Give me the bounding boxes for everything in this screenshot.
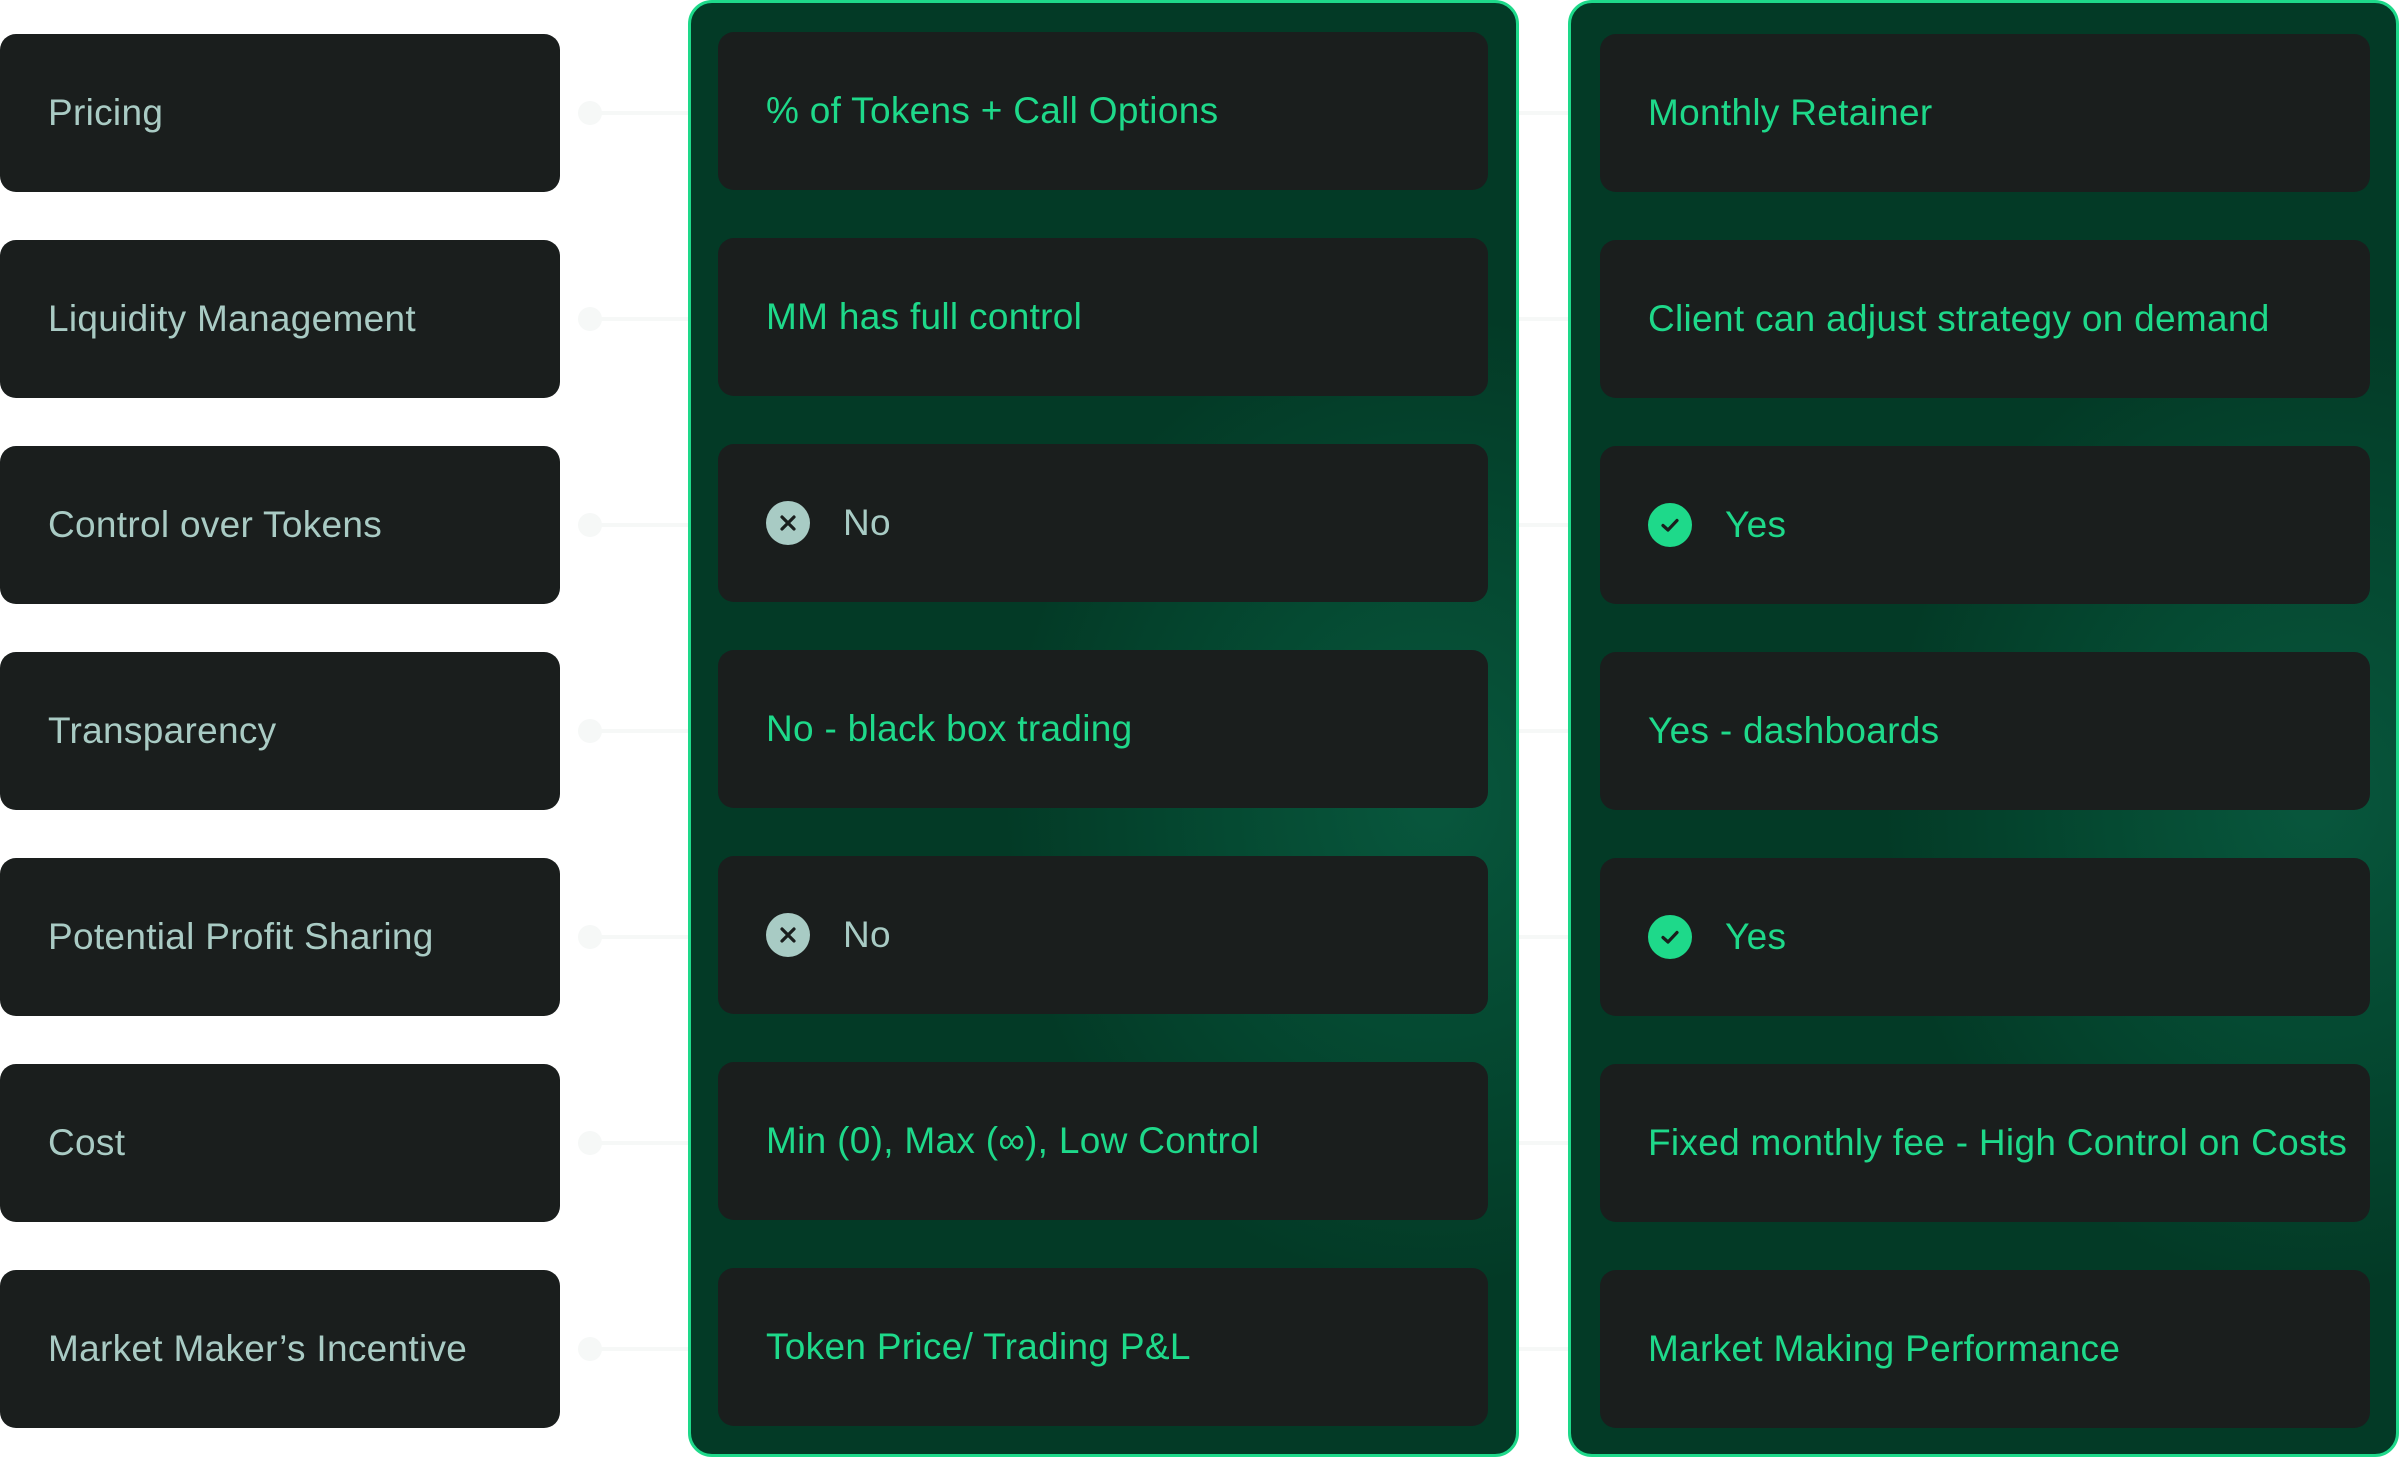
connector-line [1519, 111, 1568, 115]
value-text: Monthly Retainer [1648, 92, 1933, 133]
value-card-liquidity-management: MM has full control [718, 238, 1488, 396]
panel-connector [1519, 101, 1568, 125]
connector-line [1519, 1141, 1568, 1145]
value-text: Market Making Performance [1648, 1328, 2121, 1369]
panel-connector [1519, 513, 1568, 537]
row-label-text: Transparency [48, 710, 277, 751]
value-text: Client can adjust strategy on demand [1648, 298, 2270, 339]
row-label-transparency: Transparency [0, 652, 560, 810]
value-text: No - black box trading [766, 708, 1133, 749]
x-circle-icon [766, 501, 810, 545]
row-label-profit-sharing: Potential Profit Sharing [0, 858, 560, 1016]
check-circle-icon [1648, 503, 1692, 547]
connector-line [590, 523, 688, 527]
value-card-mm-incentive: Token Price/ Trading P&L [718, 1268, 1488, 1426]
row-connector [578, 1131, 688, 1155]
panel-connector [1519, 307, 1568, 331]
value-card-profit-sharing: Yes [1600, 858, 2370, 1016]
panel-connector [1519, 719, 1568, 743]
value-text: Yes - dashboards [1648, 710, 1940, 751]
value-text: Yes [1725, 504, 1787, 545]
check-circle-icon [1648, 915, 1692, 959]
connector-line [1519, 729, 1568, 733]
row-label-liquidity-management: Liquidity Management [0, 240, 560, 398]
row-label-text: Potential Profit Sharing [48, 916, 434, 957]
x-circle-icon [766, 913, 810, 957]
row-label-text: Market Maker’s Incentive [48, 1328, 468, 1369]
value-text: Token Price/ Trading P&L [766, 1326, 1191, 1367]
value-card-profit-sharing: No [718, 856, 1488, 1014]
connector-line [590, 317, 688, 321]
connector-line [590, 729, 688, 733]
panel-connector [1519, 925, 1568, 949]
row-connector [578, 101, 688, 125]
row-label-text: Liquidity Management [48, 298, 416, 339]
value-text: No [843, 914, 891, 955]
connector-line [1519, 523, 1568, 527]
value-card-control-over-tokens: No [718, 444, 1488, 602]
value-text: Fixed monthly fee - High Control on Cost… [1648, 1122, 2348, 1163]
row-connector [578, 513, 688, 537]
row-label-text: Cost [48, 1122, 126, 1163]
row-label-text: Pricing [48, 92, 164, 133]
value-card-cost: Min (0), Max (∞), Low Control [718, 1062, 1488, 1220]
value-card-control-over-tokens: Yes [1600, 446, 2370, 604]
row-label-pricing: Pricing [0, 34, 560, 192]
row-label-mm-incentive: Market Maker’s Incentive [0, 1270, 560, 1428]
value-text: % of Tokens + Call Options [766, 90, 1219, 131]
value-card-liquidity-management: Client can adjust strategy on demand [1600, 240, 2370, 398]
connector-line [1519, 317, 1568, 321]
retainer-model-panel: Monthly Retainer Client can adjust strat… [1568, 0, 2399, 1457]
value-card-mm-incentive: Market Making Performance [1600, 1270, 2370, 1428]
value-card-pricing: Monthly Retainer [1600, 34, 2370, 192]
row-connector [578, 1337, 688, 1361]
connector-line [590, 1347, 688, 1351]
value-card-transparency: No - black box trading [718, 650, 1488, 808]
connector-line [590, 1141, 688, 1145]
value-text: No [843, 502, 891, 543]
connector-line [1519, 935, 1568, 939]
row-label-cost: Cost [0, 1064, 560, 1222]
connector-line [590, 935, 688, 939]
value-text: Yes [1725, 916, 1787, 957]
panel-connector [1519, 1337, 1568, 1361]
row-connector [578, 925, 688, 949]
panel-connector [1519, 1131, 1568, 1155]
row-label-text: Control over Tokens [48, 504, 383, 545]
connector-line [1519, 1347, 1568, 1351]
row-connector [578, 307, 688, 331]
value-card-cost: Fixed monthly fee - High Control on Cost… [1600, 1064, 2370, 1222]
value-card-transparency: Yes - dashboards [1600, 652, 2370, 810]
row-label-control-over-tokens: Control over Tokens [0, 446, 560, 604]
value-card-pricing: % of Tokens + Call Options [718, 32, 1488, 190]
connector-line [590, 111, 688, 115]
value-text: Min (0), Max (∞), Low Control [766, 1120, 1260, 1161]
traditional-model-panel: % of Tokens + Call Options MM has full c… [688, 0, 1519, 1457]
row-connector [578, 719, 688, 743]
value-text: MM has full control [766, 296, 1083, 337]
